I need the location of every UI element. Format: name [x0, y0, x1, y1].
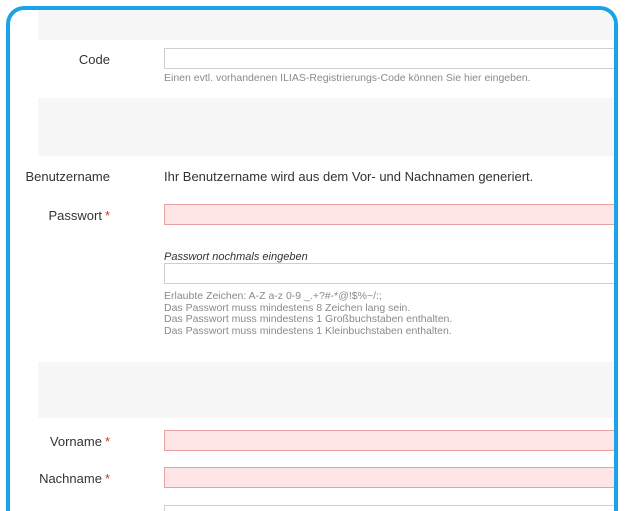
firstname-input[interactable] — [164, 430, 614, 451]
registration-form: Code Einen evtl. vorhandenen ILIAS-Regis… — [10, 10, 614, 511]
code-help-text: Einen evtl. vorhandenen ILIAS-Registrier… — [164, 72, 531, 84]
next-input[interactable] — [164, 505, 614, 511]
code-label: Code — [78, 52, 110, 67]
screenshot-frame: Code Einen evtl. vorhandenen ILIAS-Regis… — [6, 6, 618, 511]
password-rule-chars: Erlaubte Zeichen: A-Z a-z 0-9 _.+?#-*@!$… — [164, 290, 382, 302]
password-label: Passwort * — [48, 208, 110, 223]
username-label: Benutzername — [25, 169, 110, 184]
lastname-label: Nachname * — [39, 471, 110, 486]
password-rules: Erlaubte Zeichen: A-Z a-z 0-9 _.+?#-*@!$… — [164, 290, 453, 337]
lastname-input[interactable] — [164, 467, 614, 488]
section-band-account — [38, 98, 614, 156]
section-band-top — [38, 10, 614, 40]
password-rule-lowercase: Das Passwort muss mindestens 1 Kleinbuch… — [164, 324, 452, 337]
required-star: * — [104, 471, 110, 486]
required-star: * — [104, 208, 110, 223]
password-repeat-input[interactable] — [164, 263, 614, 284]
firstname-label: Vorname * — [49, 434, 110, 449]
password-rule-uppercase: Das Passwort muss mindestens 1 Großbuchs… — [164, 313, 453, 325]
password-input[interactable] — [164, 204, 614, 225]
section-band-personal — [38, 362, 614, 418]
code-input[interactable] — [164, 48, 614, 69]
username-info-text: Ihr Benutzername wird aus dem Vor- und N… — [164, 169, 534, 184]
password-repeat-label: Passwort nochmals eingeben — [164, 251, 308, 263]
required-star: * — [104, 434, 110, 449]
